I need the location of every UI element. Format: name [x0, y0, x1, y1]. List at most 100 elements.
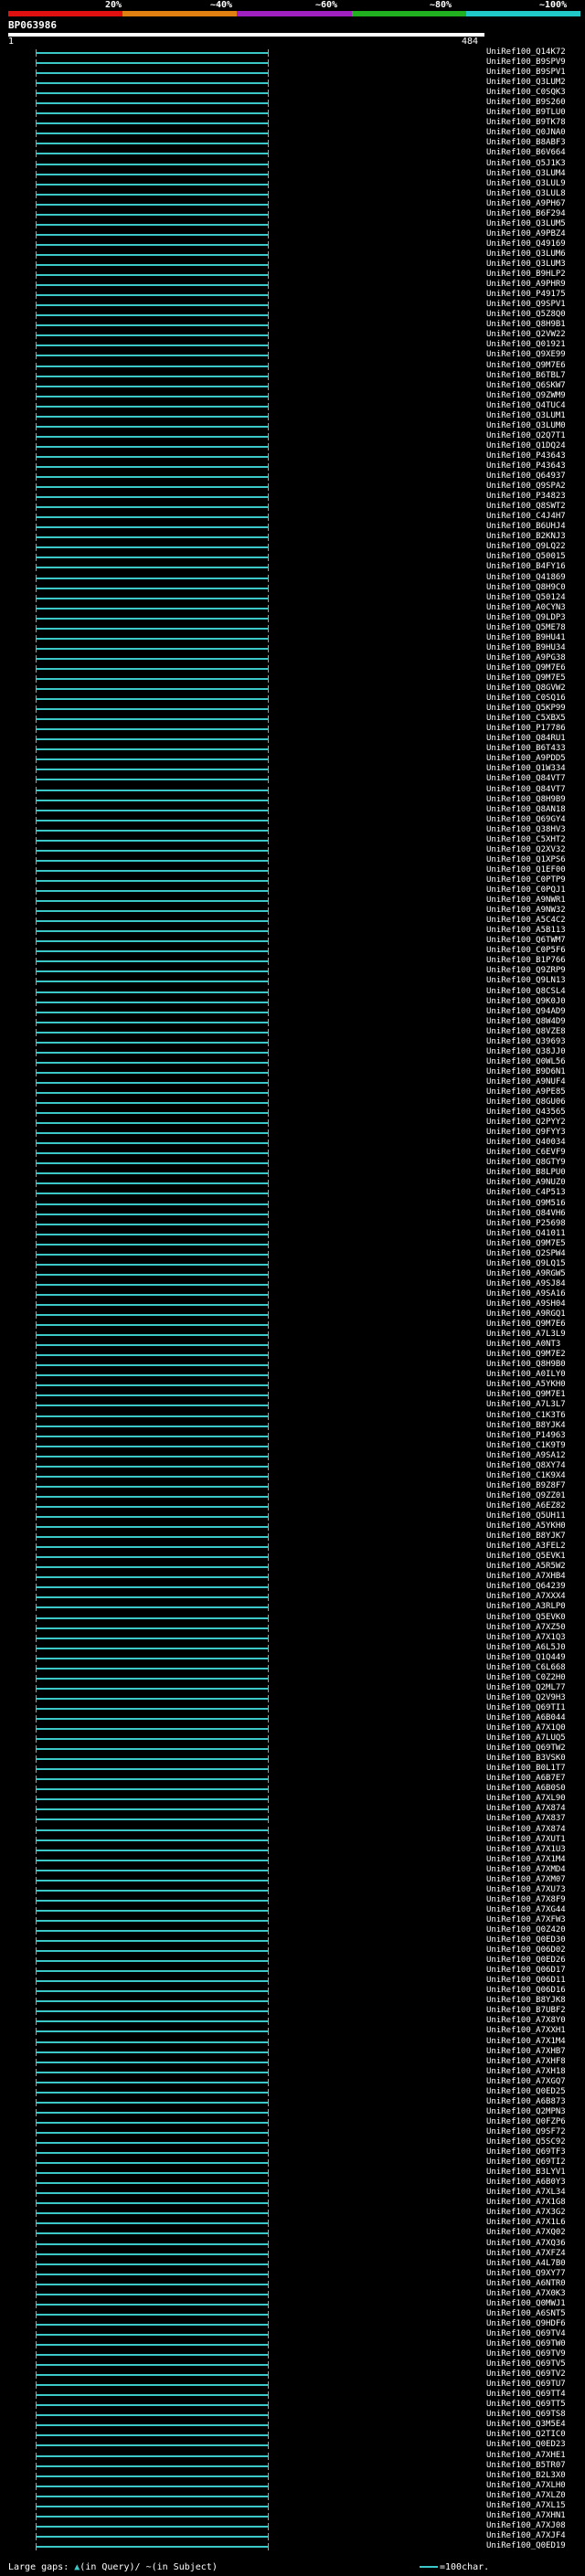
hit-label[interactable]: UniRef100_Q3LUM1 — [486, 411, 566, 420]
hit-label[interactable]: UniRef100_B8YJK4 — [486, 1421, 566, 1430]
hit-label[interactable]: UniRef100_P17786 — [486, 725, 566, 733]
hit-label[interactable]: UniRef100_A6B044 — [486, 1713, 566, 1723]
hit-label[interactable]: UniRef100_A5YKH0 — [486, 1522, 566, 1531]
hit-label[interactable]: UniRef100_Q2ML77 — [486, 1683, 566, 1692]
hit-label[interactable]: UniRef100_A9SH04 — [486, 1300, 566, 1309]
hit-label[interactable]: UniRef100_Q06D02 — [486, 1946, 566, 1955]
hit-label[interactable]: UniRef100_A9PH67 — [486, 199, 566, 208]
hit-label[interactable]: UniRef100_Q8H9B9 — [486, 795, 566, 804]
hit-label[interactable]: UniRef100_Q2VW22 — [486, 331, 566, 339]
hit-label[interactable]: UniRef100_Q2XV32 — [486, 845, 566, 854]
hit-label[interactable]: UniRef100_B9HLP2 — [486, 270, 566, 279]
hit-label[interactable]: UniRef100_A6B0S0 — [486, 1785, 566, 1793]
hit-label[interactable]: UniRef100_A9PHR9 — [486, 281, 566, 289]
hit-label[interactable]: UniRef100_A9NUF4 — [486, 1077, 566, 1087]
hit-label[interactable]: UniRef100_A7XLH0 — [486, 2481, 566, 2490]
hit-label[interactable]: UniRef100_A7XFZ4 — [486, 2249, 566, 2258]
hit-label[interactable]: UniRef100_A9NWR1 — [486, 896, 566, 905]
hit-label[interactable]: UniRef100_A6B0Y3 — [486, 2178, 566, 2187]
hit-label[interactable]: UniRef100_Q5UH11 — [486, 1512, 566, 1521]
hit-label[interactable]: UniRef100_P43643 — [486, 461, 566, 471]
hit-label[interactable]: UniRef100_Q43565 — [486, 1108, 566, 1117]
hit-label[interactable]: UniRef100_A0CYN3 — [486, 603, 566, 612]
hit-label[interactable]: UniRef100_A7XXH1 — [486, 2027, 566, 2035]
hit-label[interactable]: UniRef100_Q4TUC4 — [486, 401, 566, 410]
hit-label[interactable]: UniRef100_C5XHT2 — [486, 835, 566, 844]
hit-label[interactable]: UniRef100_Q8GTY9 — [486, 1159, 566, 1167]
hit-label[interactable]: UniRef100_C1K3T6 — [486, 1411, 566, 1420]
hit-label[interactable]: UniRef100_B6F294 — [486, 209, 566, 218]
hit-label[interactable]: UniRef100_A9PG38 — [486, 653, 566, 663]
hit-label[interactable]: UniRef100_Q0ED30 — [486, 1936, 566, 1945]
hit-label[interactable]: UniRef100_Q9XE99 — [486, 351, 566, 359]
hit-label[interactable]: UniRef100_P43643 — [486, 451, 566, 461]
hit-label[interactable]: UniRef100_B9TLU0 — [486, 109, 566, 117]
hit-label[interactable]: UniRef100_A9RGQ1 — [486, 1310, 566, 1319]
hit-label[interactable]: UniRef100_A7L3L9 — [486, 1330, 566, 1339]
hit-label[interactable]: UniRef100_Q0ED25 — [486, 2087, 566, 2096]
hit-label[interactable]: UniRef100_Q8GVW2 — [486, 684, 566, 693]
hit-label[interactable]: UniRef100_A7XLZ0 — [486, 2491, 566, 2500]
hit-label[interactable]: UniRef100_Q2Q7T1 — [486, 431, 566, 440]
hit-label[interactable]: UniRef100_Q8GU06 — [486, 1098, 566, 1107]
hit-label[interactable]: UniRef100_B8LPU0 — [486, 1169, 566, 1177]
hit-label[interactable]: UniRef100_Q0MWJ1 — [486, 2299, 566, 2308]
hit-label[interactable]: UniRef100_A9RGW5 — [486, 1269, 566, 1278]
hit-label[interactable]: UniRef100_Q8H9C0 — [486, 583, 566, 592]
hit-label[interactable]: UniRef100_A7XMD4 — [486, 1865, 566, 1874]
hit-label[interactable]: UniRef100_B9SPV1 — [486, 69, 566, 77]
hit-label[interactable]: UniRef100_A0ILY0 — [486, 1371, 566, 1379]
hit-label[interactable]: UniRef100_A7X1Q3 — [486, 1633, 566, 1642]
hit-label[interactable]: UniRef100_Q5EVK0 — [486, 1613, 566, 1622]
hit-label[interactable]: UniRef100_C0SQ16 — [486, 694, 566, 703]
hit-label[interactable]: UniRef100_C5XBX5 — [486, 715, 566, 723]
hit-label[interactable]: UniRef100_A7XH18 — [486, 2067, 566, 2076]
hit-label[interactable]: UniRef100_Q84VT7 — [486, 775, 566, 783]
hit-label[interactable]: UniRef100_A7XJF4 — [486, 2531, 566, 2540]
hit-label[interactable]: UniRef100_C6L668 — [486, 1663, 566, 1672]
hit-label[interactable]: UniRef100_Q9M7E6 — [486, 361, 566, 370]
hit-label[interactable]: UniRef100_C0PQJ1 — [486, 886, 566, 895]
hit-label[interactable]: UniRef100_Q64937 — [486, 472, 566, 481]
hit-label[interactable]: UniRef100_A7X874 — [486, 1805, 566, 1813]
hit-label[interactable]: UniRef100_A7XUT1 — [486, 1835, 566, 1844]
hit-label[interactable]: UniRef100_Q39693 — [486, 1037, 566, 1046]
hit-label[interactable]: UniRef100_Q5KP99 — [486, 705, 566, 713]
hit-label[interactable]: UniRef100_A7X1U3 — [486, 1845, 566, 1854]
hit-label[interactable]: UniRef100_A7XHB4 — [486, 1573, 566, 1581]
hit-label[interactable]: UniRef100_P14963 — [486, 1431, 566, 1440]
hit-label[interactable]: UniRef100_A7XHB7 — [486, 2047, 566, 2056]
hit-label[interactable]: UniRef100_Q8AN18 — [486, 805, 566, 814]
hit-label[interactable]: UniRef100_Q2TIC0 — [486, 2431, 566, 2439]
hit-label[interactable]: UniRef100_Q5Z8Q0 — [486, 311, 566, 319]
hit-label[interactable]: UniRef100_Q1DQ24 — [486, 441, 566, 451]
hit-label[interactable]: UniRef100_Q50124 — [486, 593, 566, 602]
hit-label[interactable]: UniRef100_Q40034 — [486, 1139, 566, 1147]
hit-label[interactable]: UniRef100_Q69TV9 — [486, 2350, 566, 2359]
hit-label[interactable]: UniRef100_A7X874 — [486, 1825, 566, 1834]
hit-label[interactable]: UniRef100_Q9SPV1 — [486, 301, 566, 309]
hit-label[interactable]: UniRef100_Q69TU7 — [486, 2380, 566, 2389]
hit-label[interactable]: UniRef100_A7X1M4 — [486, 1855, 566, 1864]
hit-label[interactable]: UniRef100_Q3LUM2 — [486, 79, 566, 87]
hit-label[interactable]: UniRef100_A3FEL2 — [486, 1542, 566, 1551]
hit-label[interactable]: UniRef100_A9SA12 — [486, 1451, 566, 1460]
hit-label[interactable]: UniRef100_C1K9T9 — [486, 1441, 566, 1450]
hit-label[interactable]: UniRef100_Q9ZWM9 — [486, 391, 566, 400]
hit-label[interactable]: UniRef100_Q5SC92 — [486, 2138, 566, 2147]
hit-label[interactable]: UniRef100_A9PE85 — [486, 1087, 566, 1097]
hit-label[interactable]: UniRef100_A9SJ84 — [486, 1279, 566, 1288]
hit-label[interactable]: UniRef100_C0Z2H0 — [486, 1673, 566, 1682]
hit-label[interactable]: UniRef100_Q9ZZ01 — [486, 1491, 566, 1500]
hit-label[interactable]: UniRef100_A7XU73 — [486, 1885, 566, 1894]
hit-label[interactable]: UniRef100_Q9LQ15 — [486, 1259, 566, 1268]
hit-label[interactable]: UniRef100_Q0FZP6 — [486, 2117, 566, 2126]
hit-label[interactable]: UniRef100_C1K9X4 — [486, 1471, 566, 1480]
hit-label[interactable]: UniRef100_Q9M7E5 — [486, 1239, 566, 1248]
hit-label[interactable]: UniRef100_A7XL34 — [486, 2189, 566, 2197]
hit-label[interactable]: UniRef100_A7XXX4 — [486, 1593, 566, 1601]
hit-label[interactable]: UniRef100_Q3LUM3 — [486, 260, 566, 269]
hit-label[interactable]: UniRef100_Q9K0J0 — [486, 997, 566, 1006]
hit-label[interactable]: UniRef100_B2KNJ3 — [486, 533, 566, 541]
hit-label[interactable]: UniRef100_Q9M7E1 — [486, 1391, 566, 1399]
